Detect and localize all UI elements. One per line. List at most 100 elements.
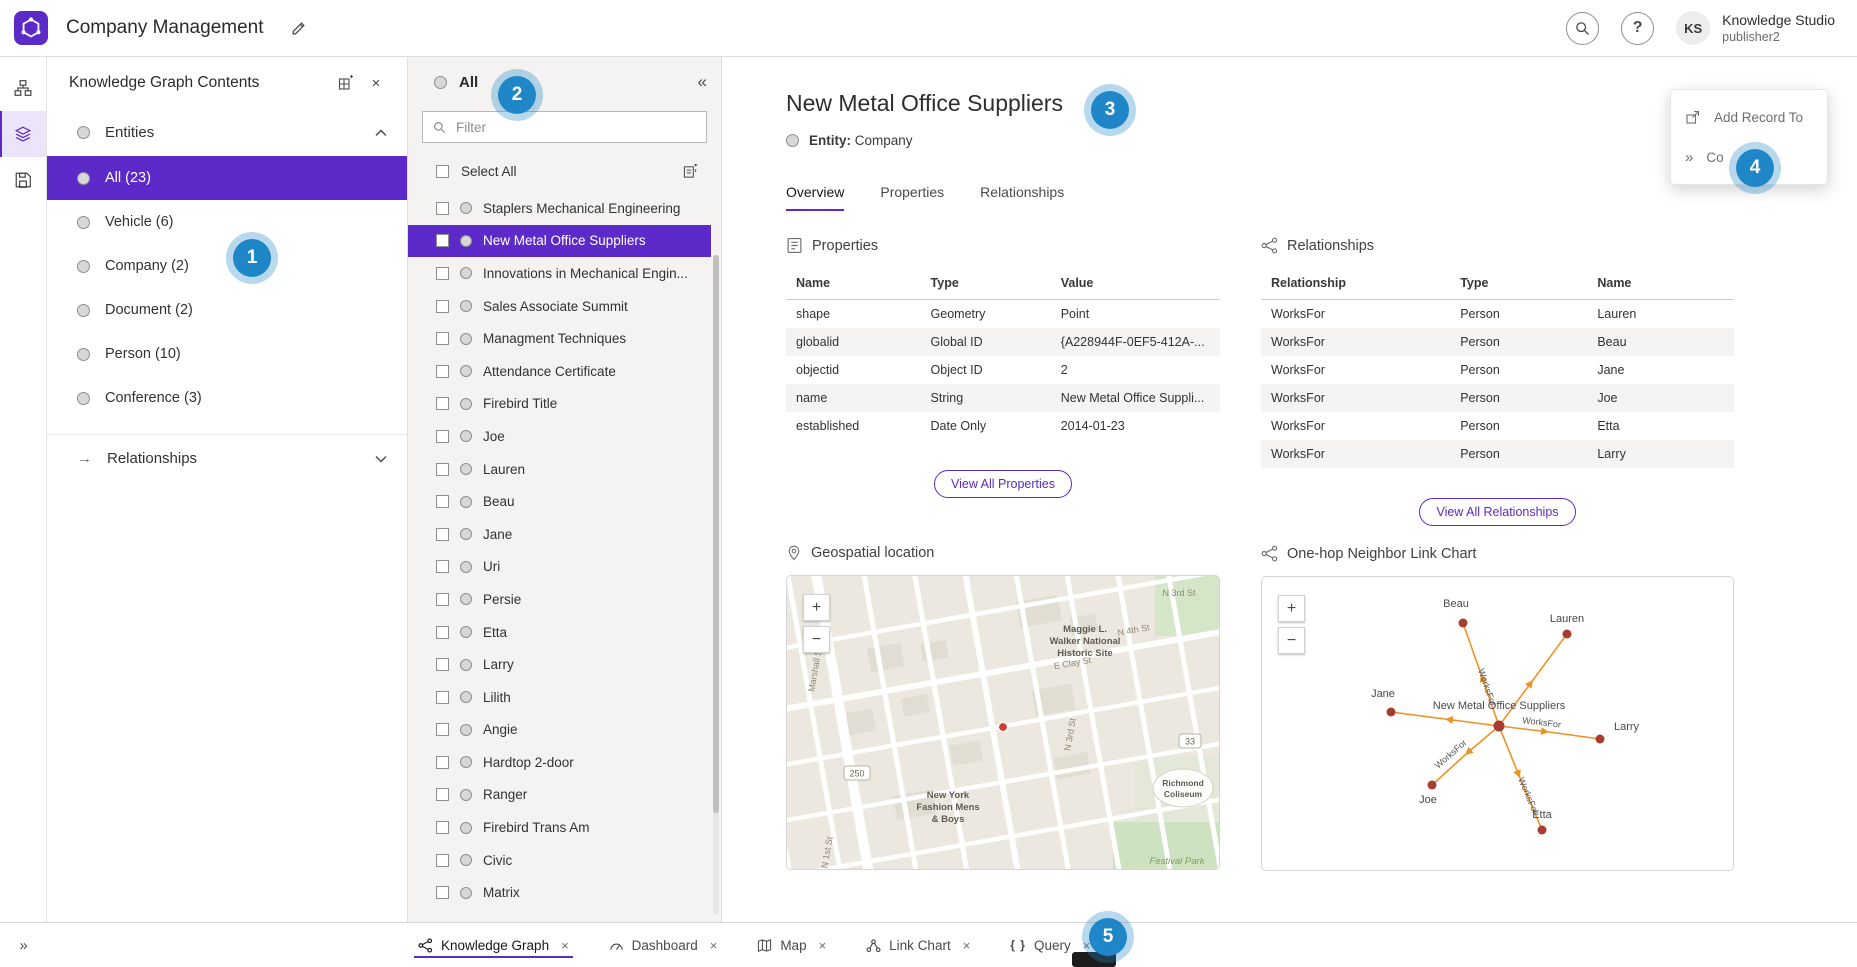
row-checkbox[interactable] (436, 365, 449, 378)
row-checkbox[interactable] (436, 560, 449, 573)
tab-overview[interactable]: Overview (786, 184, 844, 211)
row-checkbox[interactable] (436, 886, 449, 899)
related-entity-link[interactable]: Etta (1587, 412, 1734, 440)
relationship-link[interactable]: WorksFor (1261, 440, 1450, 468)
close-tab-icon[interactable]: × (963, 938, 971, 953)
tab-properties[interactable]: Properties (880, 184, 944, 211)
row-checkbox[interactable] (436, 234, 449, 247)
entity-record-row[interactable]: Matrix (408, 876, 711, 909)
graph-node[interactable] (1563, 630, 1572, 639)
menu-item-add-record-to[interactable]: Add Record To (1671, 97, 1827, 137)
add-selection-button[interactable] (675, 157, 705, 187)
expand-bottom-panel-button[interactable]: » (0, 937, 47, 954)
rail-item-save[interactable] (0, 157, 46, 203)
graph-node[interactable] (1387, 708, 1396, 717)
entity-record-row[interactable]: Civic (408, 844, 711, 877)
related-entity-link[interactable]: Joe (1587, 384, 1734, 412)
entity-record-row[interactable]: Etta (408, 616, 711, 649)
entity-record-row[interactable]: Ranger (408, 779, 711, 812)
close-tab-icon[interactable]: × (561, 938, 569, 953)
entity-record-row[interactable]: Sales Associate Summit (408, 290, 711, 323)
row-checkbox[interactable] (436, 626, 449, 639)
row-checkbox[interactable] (436, 788, 449, 801)
entity-record-row[interactable]: Joe (408, 420, 711, 453)
row-checkbox[interactable] (436, 300, 449, 313)
entity-record-row[interactable]: Hardtop 2-door (408, 746, 711, 779)
row-checkbox[interactable] (436, 854, 449, 867)
entity-record-row[interactable]: Managment Techniques (408, 322, 711, 355)
edit-title-button[interactable] (290, 20, 307, 37)
entity-record-row[interactable]: Attendance Certificate (408, 355, 711, 388)
relationship-link[interactable]: WorksFor (1261, 328, 1450, 356)
select-all-checkbox[interactable] (436, 165, 449, 178)
row-checkbox[interactable] (436, 202, 449, 215)
row-checkbox[interactable] (436, 528, 449, 541)
entities-section-header[interactable]: Entities (47, 109, 407, 156)
user-avatar[interactable]: KS (1676, 11, 1710, 45)
chart-zoom-in-button[interactable]: + (1278, 595, 1305, 622)
entity-record-row[interactable]: Innovations in Mechanical Engin... (408, 257, 711, 290)
entity-type-row[interactable]: Company (2) (47, 244, 407, 288)
row-checkbox[interactable] (436, 397, 449, 410)
tab-map[interactable]: Map × (757, 923, 826, 967)
entity-type-row[interactable]: Conference (3) (47, 376, 407, 420)
entity-record-row[interactable]: Lauren (408, 453, 711, 486)
map-zoom-in-button[interactable]: + (803, 594, 830, 621)
map-view[interactable]: N 3rd St N 4th St N 3rd St E Clay St Mar… (786, 575, 1220, 870)
relationship-link[interactable]: WorksFor (1261, 384, 1450, 412)
close-contents-panel-button[interactable]: × (361, 68, 391, 98)
collapse-panel-button[interactable]: « (698, 72, 707, 92)
tab-link-chart[interactable]: Link Chart × (866, 923, 970, 967)
entity-record-row[interactable]: Jane (408, 518, 711, 551)
search-button[interactable] (1566, 12, 1599, 45)
scrollbar-thumb[interactable] (713, 255, 719, 813)
entity-type-row[interactable]: Person (10) (47, 332, 407, 376)
relationship-link[interactable]: WorksFor (1261, 356, 1450, 384)
entity-record-row[interactable]: Firebird Trans Am (408, 811, 711, 844)
entity-record-row[interactable]: Firebird Title (408, 388, 711, 421)
link-chart-view[interactable]: WorksFor WorksFor WorksFor WorksFor (1261, 576, 1734, 871)
close-tab-icon[interactable]: × (710, 938, 718, 953)
close-tab-icon[interactable]: × (819, 938, 827, 953)
filter-input[interactable] (454, 119, 696, 136)
add-panel-button[interactable] (331, 68, 361, 98)
row-checkbox[interactable] (436, 430, 449, 443)
graph-node[interactable] (1459, 619, 1468, 628)
entity-record-row[interactable]: Lilith (408, 681, 711, 714)
related-entity-link[interactable]: Jane (1587, 356, 1734, 384)
entity-record-row[interactable]: Persie (408, 583, 711, 616)
center-node[interactable] (1494, 721, 1505, 732)
row-checkbox[interactable] (436, 723, 449, 736)
rail-item-contents[interactable] (0, 111, 46, 157)
chart-zoom-out-button[interactable]: − (1278, 627, 1305, 654)
graph-node[interactable] (1596, 735, 1605, 744)
row-checkbox[interactable] (436, 332, 449, 345)
row-checkbox[interactable] (436, 593, 449, 606)
related-entity-link[interactable]: Larry (1587, 440, 1734, 468)
graph-node[interactable] (1428, 781, 1437, 790)
tab-knowledge-graph[interactable]: Knowledge Graph × (418, 923, 569, 967)
tab-relationships[interactable]: Relationships (980, 184, 1064, 211)
view-all-relationships-button[interactable]: View All Relationships (1419, 498, 1575, 526)
relationships-section-header[interactable]: → Relationships (47, 434, 407, 482)
rail-item-data-model[interactable] (0, 65, 46, 111)
related-entity-link[interactable]: Lauren (1587, 300, 1734, 329)
view-all-properties-button[interactable]: View All Properties (934, 470, 1072, 498)
row-checkbox[interactable] (436, 495, 449, 508)
relationship-link[interactable]: WorksFor (1261, 412, 1450, 440)
select-all-row[interactable]: Select All (408, 155, 721, 188)
entity-record-row[interactable]: Beau (408, 485, 711, 518)
row-checkbox[interactable] (436, 267, 449, 280)
entity-record-row[interactable]: Angie (408, 714, 711, 747)
row-checkbox[interactable] (436, 658, 449, 671)
entity-type-row[interactable]: All (23) (47, 156, 407, 200)
tab-dashboard[interactable]: Dashboard × (609, 923, 718, 967)
entity-record-row[interactable]: New Metal Office Suppliers (408, 225, 711, 258)
entity-record-row[interactable]: Uri (408, 551, 711, 584)
row-checkbox[interactable] (436, 756, 449, 769)
relationship-link[interactable]: WorksFor (1261, 300, 1450, 329)
entity-type-row[interactable]: Document (2) (47, 288, 407, 332)
entity-type-row[interactable]: Vehicle (6) (47, 200, 407, 244)
row-checkbox[interactable] (436, 691, 449, 704)
entity-record-row[interactable]: Staplers Mechanical Engineering (408, 192, 711, 225)
